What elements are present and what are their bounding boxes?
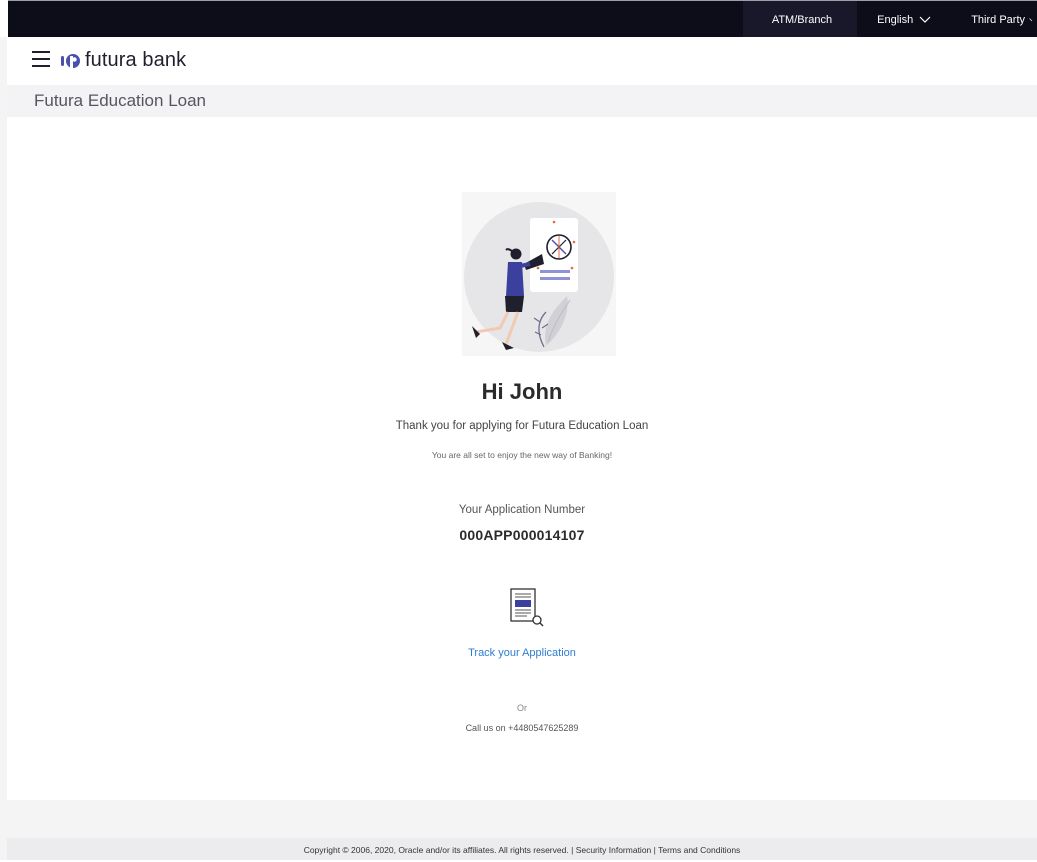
app-header: futura bank bbox=[7, 37, 1037, 85]
or-separator: Or bbox=[517, 703, 527, 713]
atm-branch-label: ATM/Branch bbox=[771, 13, 833, 26]
brand-logo[interactable]: futura bank bbox=[61, 49, 186, 72]
atm-branch-link[interactable]: ATM/Branch bbox=[742, 1, 858, 38]
thank-you-message: Thank you for applying for Futura Educat… bbox=[395, 420, 649, 432]
top-nav: ATM/Branch English Third Party bbox=[742, 1, 1037, 38]
third-party-label: Third Party bbox=[971, 13, 1025, 26]
page-title-bar: Futura Education Loan bbox=[7, 85, 1037, 117]
third-party-dropdown[interactable]: Third Party bbox=[951, 1, 1037, 38]
application-number-label: Your Application Number bbox=[458, 504, 586, 516]
announcement-illustration-icon bbox=[464, 202, 614, 352]
security-information-link[interactable]: Security Information bbox=[576, 845, 652, 855]
chevron-down-icon bbox=[1029, 17, 1033, 21]
menu-icon[interactable] bbox=[32, 51, 50, 67]
footer-spacer bbox=[7, 800, 1037, 838]
success-illustration bbox=[462, 192, 616, 356]
footer-separator: | bbox=[653, 845, 656, 855]
footer: Copyright © 2006, 2020, Oracle and/or it… bbox=[7, 838, 1037, 860]
terms-conditions-link[interactable]: Terms and Conditions bbox=[658, 845, 740, 855]
application-number: 000APP000014107 bbox=[459, 527, 585, 543]
confirmation-panel: Hi John Thank you for applying for Futur… bbox=[7, 117, 1037, 800]
language-dropdown[interactable]: English bbox=[857, 1, 951, 38]
top-bar: ATM/Branch English Third Party bbox=[8, 0, 1037, 38]
futura-logo-icon bbox=[61, 53, 80, 70]
page-title: Futura Education Loan bbox=[34, 91, 207, 110]
brand-name: futura bank bbox=[85, 49, 187, 71]
welcome-subtext: You are all set to enjoy the new way of … bbox=[431, 450, 613, 460]
language-label: English bbox=[877, 13, 914, 26]
greeting-heading: Hi John bbox=[481, 379, 563, 404]
chevron-down-icon bbox=[919, 16, 931, 23]
left-edge bbox=[0, 37, 7, 860]
track-document-icon[interactable] bbox=[509, 587, 545, 629]
copyright-text: Copyright © 2006, 2020, Oracle and/or it… bbox=[303, 845, 569, 855]
call-us-text: Call us on +4480547625289 bbox=[465, 723, 579, 733]
footer-separator: | bbox=[571, 845, 574, 855]
track-application-link[interactable]: Track your Application bbox=[7, 647, 1037, 659]
